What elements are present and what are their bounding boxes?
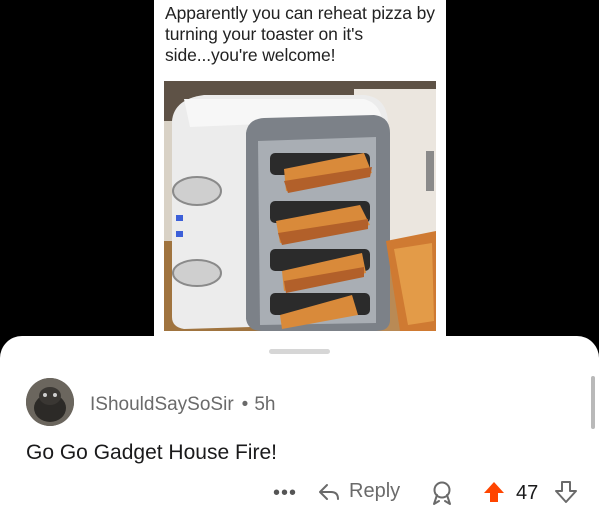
- avatar-image: [26, 378, 74, 426]
- comment-actions: ••• Reply 47: [0, 480, 599, 508]
- sheet-grab-handle[interactable]: [269, 349, 330, 354]
- username[interactable]: IShouldSaySoSir: [90, 394, 234, 415]
- downvote-arrow-icon: [555, 481, 577, 503]
- meta-separator: •: [241, 394, 249, 415]
- reply-label: Reply: [349, 480, 401, 502]
- comment-age: 5h: [254, 394, 276, 415]
- more-options-button[interactable]: •••: [273, 482, 297, 505]
- upvote-button[interactable]: [482, 480, 506, 504]
- comment-meta: IShouldSaySoSir • 5h: [90, 394, 275, 416]
- reply-button[interactable]: Reply: [318, 480, 400, 503]
- upvote-arrow-icon: [484, 482, 504, 502]
- reply-arrow-icon: [319, 483, 339, 500]
- post-image[interactable]: Apparently you can reheat pizza by turni…: [154, 0, 446, 343]
- toaster-pizza-photo: [164, 81, 436, 331]
- scrollbar-thumb[interactable]: [591, 376, 595, 429]
- vote-count: 47: [516, 482, 539, 504]
- award-button[interactable]: [430, 480, 454, 506]
- comment-body: Go Go Gadget House Fire!: [26, 441, 277, 464]
- more-icon: •••: [273, 482, 298, 504]
- award-icon: [433, 481, 451, 505]
- comment-sheet: IShouldSaySoSir • 5h Go Go Gadget House Fi…: [0, 336, 599, 511]
- meme-caption: Apparently you can reheat pizza by turni…: [165, 3, 435, 65]
- avatar[interactable]: [26, 378, 74, 426]
- downvote-button[interactable]: [554, 480, 578, 504]
